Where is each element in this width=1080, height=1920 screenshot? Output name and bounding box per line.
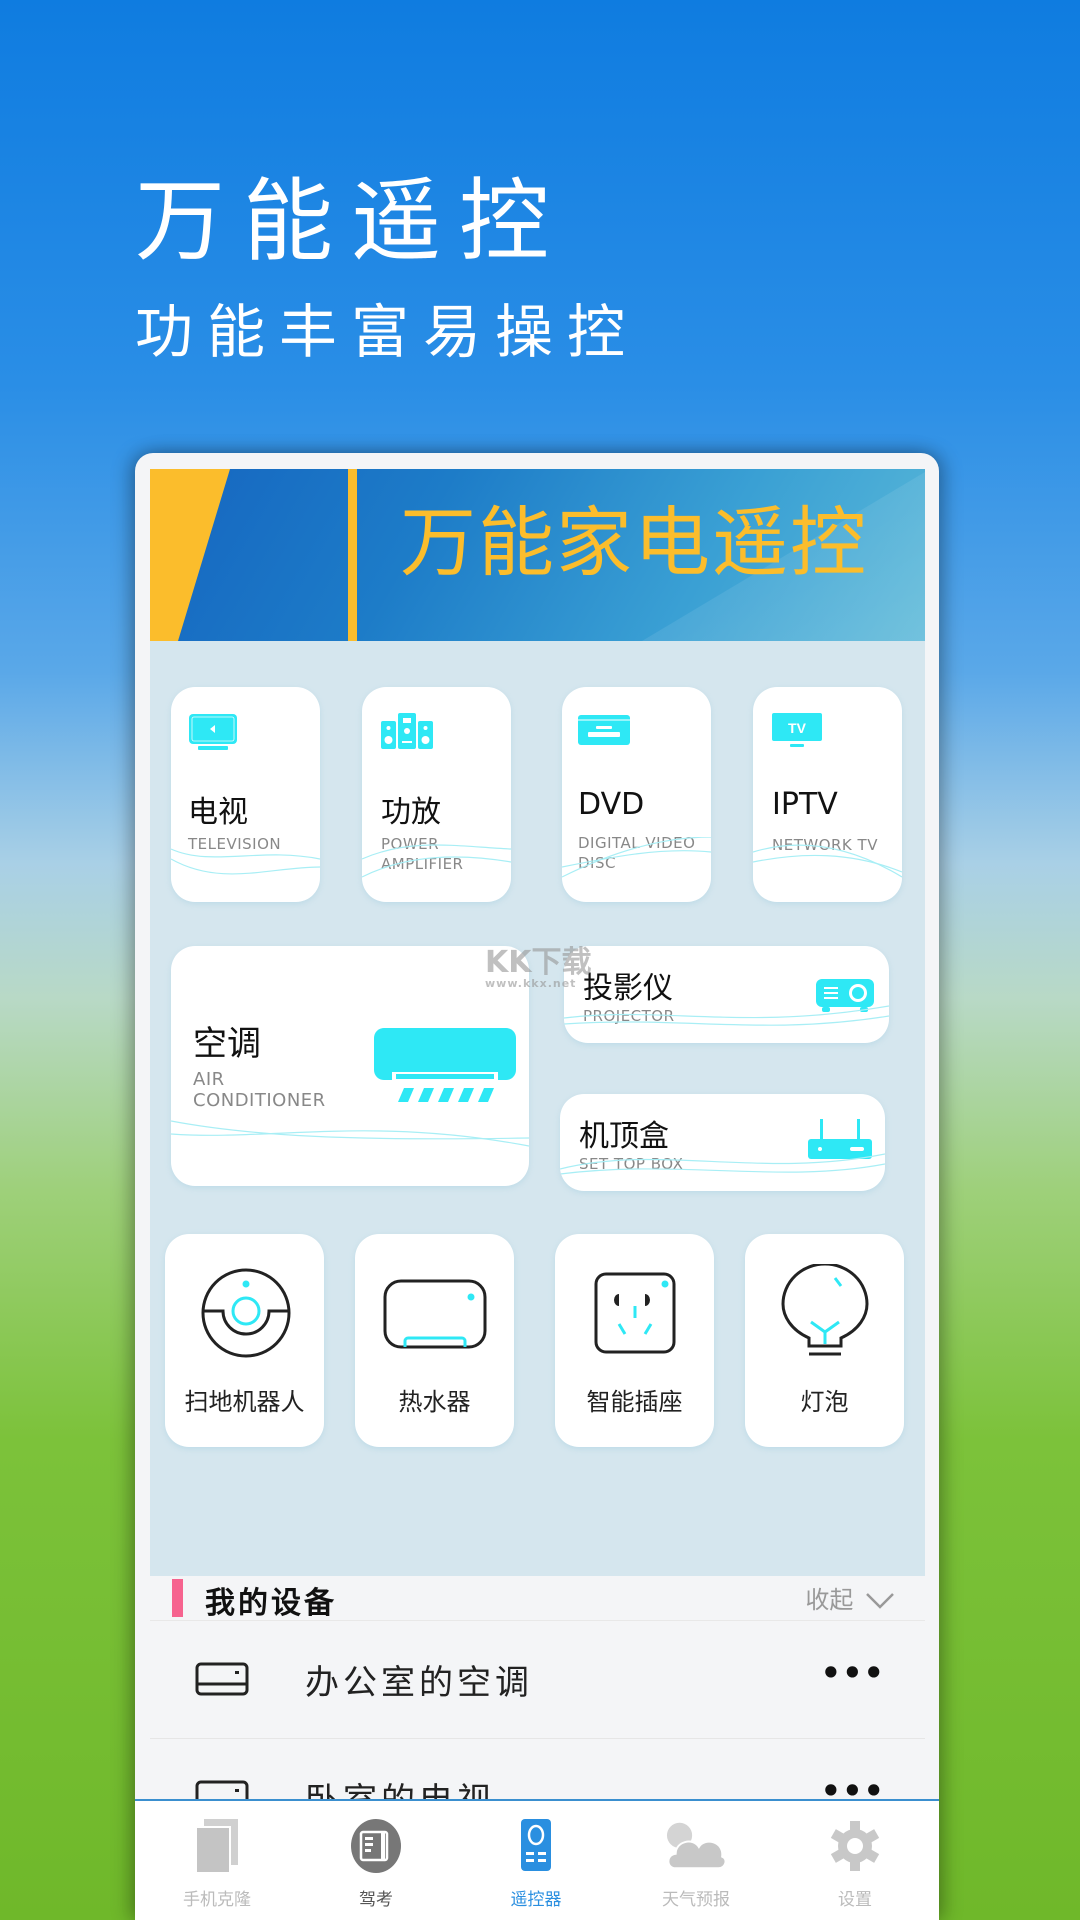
tab-label: 手机克隆 (183, 1890, 251, 1910)
device-name: IPTV (772, 787, 838, 822)
device-card-tv[interactable]: 电视 TELEVISION (171, 687, 320, 902)
light-bulb-icon (781, 1264, 869, 1356)
watermark-brand: KK下载 (485, 945, 592, 980)
svg-text:TV: TV (788, 720, 807, 736)
settings-gear-icon (830, 1821, 880, 1871)
driving-test-icon (351, 1819, 401, 1873)
device-card-smart-socket[interactable]: 智能插座 (555, 1234, 714, 1447)
dvd-icon (578, 715, 630, 745)
watermark-url: www.kkx.net (485, 977, 577, 990)
device-card-dvd[interactable]: DVD DIGITAL VIDEO DISC (562, 687, 711, 902)
tab-label: 天气预报 (662, 1890, 730, 1910)
device-card-robot-vacuum[interactable]: 扫地机器人 (165, 1234, 324, 1447)
device-card-light-bulb[interactable]: 灯泡 (745, 1234, 904, 1447)
tab-label: 遥控器 (510, 1890, 562, 1910)
device-card-set-top-box[interactable]: 机顶盒 SET TOP BOX (560, 1094, 885, 1191)
hero-subtitle: 功能丰富易操控 (135, 298, 640, 366)
tab-remote-control[interactable]: 遥控器 (471, 1801, 601, 1920)
tv-icon (189, 714, 237, 750)
device-name: 空调 (193, 1024, 261, 1064)
device-name: 灯泡 (800, 1388, 849, 1416)
iptv-icon: TV (772, 713, 822, 747)
tab-driving-test[interactable]: 驾考 (311, 1801, 441, 1920)
hero-title: 万能遥控 (135, 169, 567, 274)
more-options-button[interactable]: ••• (821, 1654, 885, 1692)
banner-yellow-bar (348, 469, 357, 641)
device-name: 扫地机器人 (184, 1388, 305, 1416)
device-card-projector[interactable]: 投影仪 PROJECTOR (564, 946, 889, 1043)
device-name: 电视 (188, 795, 248, 830)
collapse-label: 收起 (805, 1586, 854, 1614)
device-name: DVD (578, 787, 645, 822)
section-title: 我的设备 (205, 1586, 337, 1621)
speaker-icon (381, 713, 433, 749)
wave-decoration (560, 1153, 885, 1175)
tab-settings[interactable]: 设置 (790, 1801, 920, 1920)
watermark: KK下载 www.kkx.net (485, 937, 592, 990)
bottom-tab-bar: 手机克隆 驾考 遥控器 天气预报 设置 (135, 1799, 939, 1920)
device-name: 办公室的空调 (305, 1663, 533, 1703)
wave-decoration (171, 848, 320, 875)
section-accent-bar (172, 1579, 183, 1617)
banner-title: 万能家电遥控 (400, 498, 868, 587)
tab-weather[interactable]: 天气预报 (631, 1801, 761, 1920)
tab-phone-clone[interactable]: 手机克隆 (152, 1801, 282, 1920)
banner-yellow-wedge (150, 469, 230, 641)
device-name: 智能插座 (586, 1388, 683, 1416)
my-device-row[interactable]: 办公室的空调 ••• (150, 1622, 925, 1739)
smart-socket-icon (594, 1272, 676, 1354)
device-en-name: AIR CONDITIONER (193, 1069, 326, 1111)
tab-label: 设置 (838, 1890, 872, 1910)
device-card-iptv[interactable]: TV IPTV NETWORK TV (753, 687, 902, 902)
wave-decoration (171, 1120, 529, 1147)
water-heater-icon (383, 1279, 487, 1349)
my-devices-header: 我的设备 收起 (150, 1576, 925, 1621)
device-card-air-conditioner[interactable]: 空调 AIR CONDITIONER (171, 946, 529, 1186)
tab-label: 驾考 (359, 1890, 393, 1910)
phone-screen: 万能家电遥控 电视 TELEVISION 功放 POWER AMPLIFIER … (135, 453, 939, 1920)
device-name: 功放 (381, 795, 441, 830)
device-card-amplifier[interactable]: 功放 POWER AMPLIFIER (362, 687, 511, 902)
air-conditioner-icon (374, 1028, 516, 1102)
air-conditioner-outline-icon (195, 1662, 249, 1696)
device-grid: 电视 TELEVISION 功放 POWER AMPLIFIER DVD DIG… (150, 641, 925, 1576)
chevron-down-icon (866, 1593, 894, 1609)
wave-decoration (564, 1005, 889, 1026)
wave-decoration (362, 844, 511, 878)
device-card-water-heater[interactable]: 热水器 (355, 1234, 514, 1447)
wave-decoration (562, 837, 711, 878)
device-name: 热水器 (398, 1388, 471, 1416)
robot-vacuum-icon (201, 1268, 291, 1358)
wave-decoration (753, 844, 902, 878)
phone-clone-icon (195, 1819, 238, 1873)
weather-icon (666, 1822, 726, 1870)
banner: 万能家电遥控 (150, 469, 925, 641)
remote-control-icon (521, 1819, 551, 1871)
collapse-button[interactable]: 收起 (805, 1580, 895, 1615)
